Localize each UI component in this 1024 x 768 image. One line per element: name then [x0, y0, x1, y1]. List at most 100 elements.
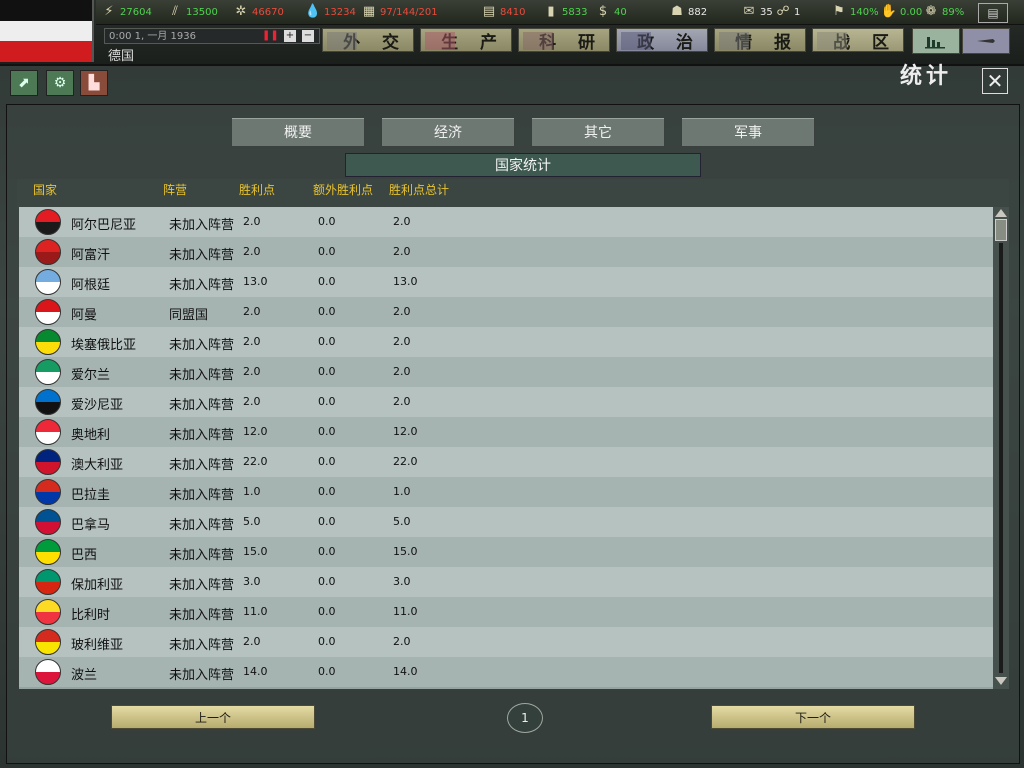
game-screen: ⚡ 27604 ⫽ 13500 ✲ 46670 💧 13234 ▦ 97/144/201 ▤ 8410…: [0, 0, 1024, 768]
table-row[interactable]: 保加利亚 未加入阵营 3.0 0.0 3.0: [19, 567, 993, 597]
victory-points-cell: 12.0: [243, 425, 268, 438]
country-flag-icon: [35, 329, 61, 355]
table-row[interactable]: 巴拉圭 未加入阵营 1.0 0.0 1.0: [19, 477, 993, 507]
oil-icon: 💧: [304, 4, 322, 19]
industry-button[interactable]: ▙: [80, 70, 108, 96]
scroll-thumb[interactable]: [995, 219, 1007, 241]
table-row[interactable]: 澳大利亚 未加入阵营 22.0 0.0 22.0: [19, 447, 993, 477]
total-victory-points-cell: 15.0: [393, 545, 418, 558]
country-name-cell: 阿根廷: [71, 278, 111, 293]
table-row[interactable]: 玻利维亚 未加入阵营 2.0 0.0 2.0: [19, 627, 993, 657]
speed-up-button[interactable]: +: [284, 30, 296, 42]
pause-icon[interactable]: ❚❚: [262, 30, 279, 42]
extra-victory-points-cell: 0.0: [318, 365, 336, 378]
previous-button[interactable]: 上一个: [111, 705, 315, 729]
resource-energy[interactable]: ⚡ 27604: [100, 2, 151, 22]
resource-industry[interactable]: ▦ 97/144/201: [360, 2, 438, 22]
resource-fuel[interactable]: ▮ 5833: [542, 2, 587, 22]
country-flag-icon: [35, 269, 61, 295]
country-name: 德国: [108, 49, 135, 64]
table-row[interactable]: 奥地利 未加入阵营 12.0 0.0 12.0: [19, 417, 993, 447]
resource-metal[interactable]: ⫽ 13500: [166, 2, 218, 22]
menu-button[interactable]: ▤: [978, 3, 1008, 23]
column-extra-victory-points[interactable]: 额外胜利点: [313, 181, 373, 198]
technology-icon: [523, 32, 553, 50]
country-flag-icon: [35, 629, 61, 655]
resource-value: 97/144/201: [380, 6, 438, 18]
column-victory-points[interactable]: 胜利点: [239, 181, 275, 198]
extra-victory-points-cell: 0.0: [318, 395, 336, 408]
resource-diplomacy[interactable]: ✉ 35: [740, 2, 773, 22]
table-row[interactable]: 比利时 未加入阵营 11.0 0.0 11.0: [19, 597, 993, 627]
industry-icon: ▦: [362, 4, 376, 19]
country-flag-icon: [35, 509, 61, 535]
country-flag-icon: [35, 209, 61, 235]
table-row[interactable]: 波兰 未加入阵营 14.0 0.0 14.0: [19, 657, 993, 687]
tab-military[interactable]: 军事: [681, 117, 815, 147]
table-row[interactable]: 阿根廷 未加入阵营 13.0 0.0 13.0: [19, 267, 993, 297]
column-faction[interactable]: 阵营: [163, 181, 187, 198]
resource-supplies[interactable]: ▤ 8410: [480, 2, 526, 22]
plane-icon: [977, 39, 995, 43]
tab-options[interactable]: [962, 28, 1010, 54]
victory-points-cell: 13.0: [243, 275, 268, 288]
resource-unity[interactable]: ✋ 0.00: [880, 2, 922, 22]
column-total-victory-points[interactable]: 胜利点总计: [389, 181, 449, 198]
resource-money[interactable]: $40: [594, 2, 627, 22]
table-row[interactable]: 阿曼 同盟国 2.0 0.0 2.0: [19, 297, 993, 327]
resource-oil[interactable]: 💧 13234: [304, 2, 356, 22]
tab-intelligence[interactable]: 情 报: [714, 28, 806, 53]
column-country[interactable]: 国家: [33, 181, 57, 198]
scroll-down-icon[interactable]: [995, 677, 1007, 685]
tab-statistics[interactable]: [912, 28, 960, 54]
scroll-up-icon[interactable]: [995, 209, 1007, 217]
tab-economy[interactable]: 经济: [381, 117, 515, 147]
victory-points-cell: 2.0: [243, 635, 261, 648]
table-row[interactable]: 巴西 未加入阵营 15.0 0.0 15.0: [19, 537, 993, 567]
menu-icon: ▤: [987, 6, 999, 20]
tab-theatre[interactable]: 战 区: [812, 28, 904, 53]
table-row[interactable]: 爱沙尼亚 未加入阵营 2.0 0.0 2.0: [19, 387, 993, 417]
table-row[interactable]: 爱尔兰 未加入阵营 2.0 0.0 2.0: [19, 357, 993, 387]
country-flag-icon: [35, 599, 61, 625]
scroll-track[interactable]: [999, 243, 1003, 673]
scrollbar[interactable]: [993, 207, 1009, 689]
production-icon: [425, 32, 455, 50]
fuel-icon: ▮: [547, 4, 555, 19]
map-up-icon: ⬈: [18, 75, 30, 91]
statistics-panel: 概要 经济 其它 军事 国家统计 国家 阵营 胜利点 额外胜利点 胜利点总计 阿…: [6, 104, 1020, 764]
close-button[interactable]: ✕: [982, 68, 1008, 94]
tab-diplomacy[interactable]: 外 交: [322, 28, 414, 53]
total-victory-points-cell: 5.0: [393, 515, 411, 528]
country-name-cell: 巴西: [71, 548, 98, 563]
tab-production[interactable]: 生 产: [420, 28, 512, 53]
tab-politics[interactable]: 政 治: [616, 28, 708, 53]
dissent-icon: ⚑: [833, 4, 845, 19]
table-row[interactable]: 巴拿马 未加入阵营 5.0 0.0 5.0: [19, 507, 993, 537]
resource-spies[interactable]: ☍ 1: [774, 2, 800, 22]
diplomacy-map-button[interactable]: ⬈: [10, 70, 38, 96]
tab-technology[interactable]: 科 研: [518, 28, 610, 53]
country-name-cell: 爱尔兰: [71, 368, 111, 383]
tab-overview[interactable]: 概要: [231, 117, 365, 147]
next-button[interactable]: 下一个: [711, 705, 915, 729]
country-flag[interactable]: [0, 0, 94, 62]
speed-down-button[interactable]: −: [302, 30, 314, 42]
resource-value: 40: [614, 6, 627, 18]
resource-rare-materials[interactable]: ✲ 46670: [232, 2, 284, 22]
settings-button[interactable]: ⚙: [46, 70, 74, 96]
table-header-row: 国家 阵营 胜利点 额外胜利点 胜利点总计: [17, 179, 1009, 209]
resource-manpower[interactable]: ☗ 882: [668, 2, 707, 22]
victory-points-cell: 14.0: [243, 665, 268, 678]
resource-value: 35: [760, 6, 773, 18]
total-victory-points-cell: 2.0: [393, 365, 411, 378]
extra-victory-points-cell: 0.0: [318, 455, 336, 468]
page-title: 统计: [900, 64, 953, 89]
resource-leadership[interactable]: ❁ 89%: [922, 2, 965, 22]
table-row[interactable]: 阿尔巴尼亚 未加入阵营 2.0 0.0 2.0: [19, 207, 993, 237]
tab-other[interactable]: 其它: [531, 117, 665, 147]
resource-dissent[interactable]: ⚑ 140%: [830, 2, 878, 22]
table-row[interactable]: 埃塞俄比亚 未加入阵营 2.0 0.0 2.0: [19, 327, 993, 357]
table-row[interactable]: 阿富汗 未加入阵营 2.0 0.0 2.0: [19, 237, 993, 267]
diplomacy-icon: [327, 32, 357, 50]
